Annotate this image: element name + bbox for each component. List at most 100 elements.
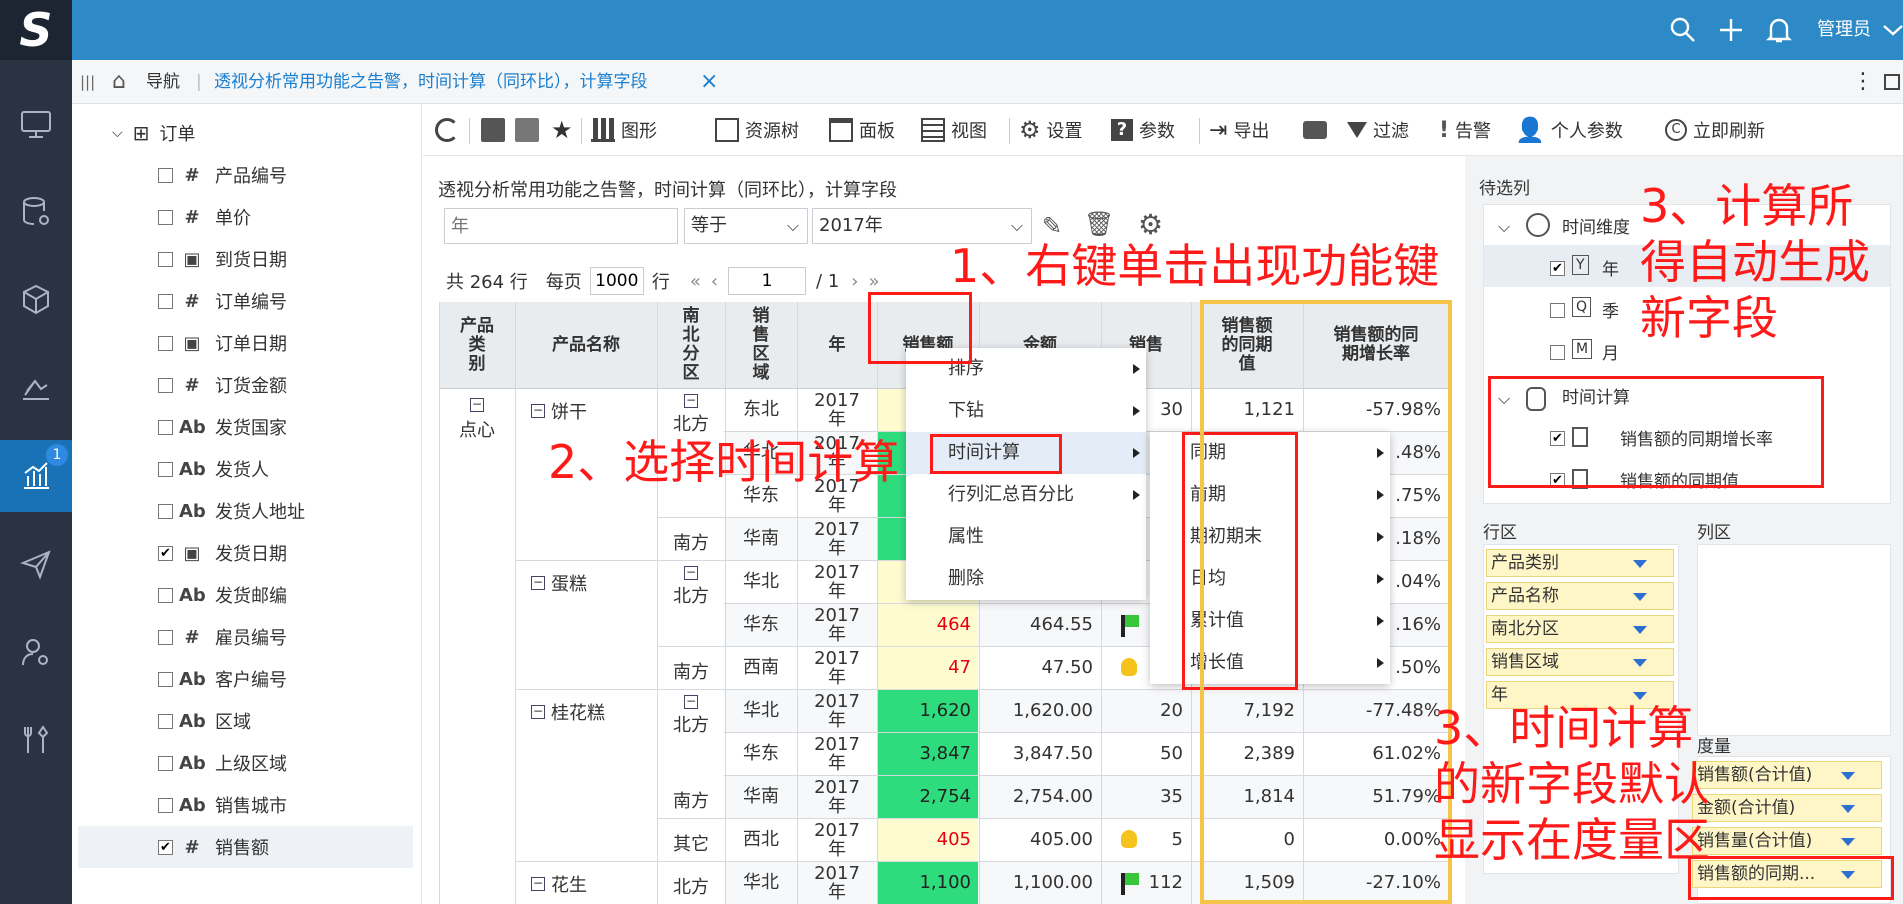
collapse-icon[interactable]: − bbox=[684, 695, 698, 709]
next-page-button[interactable]: › bbox=[851, 271, 858, 292]
first-page-button[interactable]: « bbox=[690, 271, 701, 292]
panel-button[interactable]: 面板 bbox=[829, 104, 895, 156]
nav-tab[interactable]: 导航 bbox=[146, 60, 180, 104]
collapse-icon[interactable]: − bbox=[684, 394, 698, 408]
field-checkbox[interactable] bbox=[158, 461, 173, 477]
maximize-icon[interactable] bbox=[1884, 74, 1900, 90]
column-header[interactable]: 产品 类 别 bbox=[439, 302, 515, 388]
edit-icon[interactable]: ✎ bbox=[1042, 212, 1062, 240]
field-checkbox[interactable] bbox=[158, 755, 173, 771]
filter-operator-select[interactable]: 等于 ⌵ bbox=[684, 208, 808, 244]
dropdown-arrow-icon[interactable] bbox=[1841, 805, 1855, 813]
collapse-icon[interactable]: − bbox=[531, 705, 545, 719]
quarter-checkbox[interactable] bbox=[1550, 303, 1565, 318]
favorite-button[interactable]: ★ bbox=[551, 104, 573, 156]
row-field-pill[interactable]: 产品类别 bbox=[1486, 549, 1674, 577]
dropdown-arrow-icon[interactable] bbox=[1633, 692, 1647, 700]
field-checkbox[interactable] bbox=[158, 503, 173, 519]
nav-layers[interactable] bbox=[0, 352, 72, 424]
month-checkbox[interactable] bbox=[1550, 345, 1565, 360]
year-checkbox[interactable]: ✔ bbox=[1550, 261, 1565, 276]
refresh-button[interactable]: C 立即刷新 bbox=[1665, 104, 1765, 156]
search-icon[interactable] bbox=[1668, 15, 1698, 45]
tree-field[interactable]: Ab 发货邮编 bbox=[72, 574, 422, 616]
tree-field[interactable]: Ab 发货国家 bbox=[72, 406, 422, 448]
context-menu-item[interactable]: 行列汇总百分比 bbox=[906, 474, 1146, 516]
collapse-icon[interactable]: − bbox=[684, 566, 698, 580]
tree-field[interactable]: ✔ # 销售额 bbox=[78, 826, 413, 868]
bell-icon[interactable] bbox=[1764, 15, 1794, 45]
collapse-icon[interactable]: − bbox=[531, 877, 545, 891]
switch-button[interactable] bbox=[435, 104, 459, 156]
filter-field-input[interactable] bbox=[444, 208, 678, 244]
plus-icon[interactable] bbox=[1716, 15, 1746, 45]
field-checkbox[interactable] bbox=[158, 797, 173, 813]
dropdown-arrow-icon[interactable] bbox=[1633, 593, 1647, 601]
more-icon[interactable]: ⋮ bbox=[1852, 60, 1874, 104]
chart-button[interactable]: 图形 bbox=[591, 104, 657, 156]
tree-field[interactable]: # 单价 bbox=[72, 196, 422, 238]
context-menu-item[interactable]: 删除 bbox=[906, 558, 1146, 600]
chevron-down-icon[interactable]: ⌵ bbox=[1498, 217, 1510, 237]
collapse-icon[interactable]: − bbox=[531, 404, 545, 418]
menu-toggle-icon[interactable]: ||| bbox=[80, 60, 95, 104]
field-checkbox[interactable] bbox=[158, 419, 173, 435]
params-button[interactable]: ? 参数 bbox=[1111, 104, 1175, 156]
column-header[interactable]: 南 北 分 区 bbox=[657, 302, 725, 388]
field-checkbox[interactable] bbox=[158, 209, 173, 225]
nav-dashboard[interactable] bbox=[0, 88, 72, 160]
tab-report[interactable]: 透视分析常用功能之告警，时间计算（同环比），计算字段 bbox=[214, 60, 648, 104]
alert-button[interactable]: ! 告警 bbox=[1439, 104, 1491, 156]
nav-tools[interactable] bbox=[0, 704, 72, 776]
field-checkbox[interactable]: ✔ bbox=[158, 545, 173, 561]
collapse-icon[interactable]: − bbox=[470, 398, 484, 412]
nav-datasource[interactable] bbox=[0, 176, 72, 248]
tree-field[interactable]: Ab 客户编号 bbox=[72, 658, 422, 700]
context-menu-item[interactable]: 下钻 bbox=[906, 390, 1146, 432]
view-button[interactable]: 视图 bbox=[921, 104, 987, 156]
nav-send[interactable] bbox=[0, 528, 72, 600]
page-size-input[interactable] bbox=[589, 267, 644, 295]
field-checkbox[interactable] bbox=[158, 335, 173, 351]
dropdown-arrow-icon[interactable] bbox=[1841, 838, 1855, 846]
prev-page-button[interactable]: ‹ bbox=[711, 271, 718, 292]
last-page-button[interactable]: » bbox=[868, 271, 879, 292]
close-tab-icon[interactable]: × bbox=[700, 60, 718, 104]
save-as-button[interactable] bbox=[515, 104, 539, 156]
tree-root[interactable]: ⌵ ⊞ 订单 bbox=[72, 112, 422, 154]
tree-field[interactable]: ▣ 订单日期 bbox=[72, 322, 422, 364]
column-header[interactable]: 产品名称 bbox=[515, 302, 657, 388]
context-menu-item[interactable]: 属性 bbox=[906, 516, 1146, 558]
page-input[interactable] bbox=[728, 267, 807, 295]
nav-cube[interactable] bbox=[0, 264, 72, 336]
field-checkbox[interactable] bbox=[158, 671, 173, 687]
field-checkbox[interactable] bbox=[158, 713, 173, 729]
tree-field[interactable]: ✔ ▣ 发货日期 bbox=[72, 532, 422, 574]
column-header[interactable]: 销 售 区 域 bbox=[725, 302, 797, 388]
dropdown-arrow-icon[interactable] bbox=[1633, 560, 1647, 568]
field-checkbox[interactable] bbox=[158, 377, 173, 393]
export-button[interactable]: ⇥ 导出 bbox=[1209, 104, 1269, 156]
chevron-down-icon[interactable] bbox=[1878, 15, 1903, 45]
user-menu[interactable]: 管理员 bbox=[1817, 0, 1871, 60]
tree-field[interactable]: # 雇员编号 bbox=[72, 616, 422, 658]
column-header[interactable]: 年 bbox=[797, 302, 877, 388]
settings-button[interactable]: ⚙ 设置 bbox=[1019, 104, 1083, 156]
gear-icon[interactable]: ⚙ bbox=[1138, 208, 1163, 241]
tree-field[interactable]: Ab 发货人 bbox=[72, 448, 422, 490]
print-button[interactable] bbox=[1303, 104, 1327, 156]
tree-field[interactable]: Ab 上级区域 bbox=[72, 742, 422, 784]
field-checkbox[interactable]: ✔ bbox=[158, 839, 173, 855]
tree-field[interactable]: Ab 发货人地址 bbox=[72, 490, 422, 532]
nav-analysis[interactable]: 1 bbox=[0, 440, 72, 512]
tree-field[interactable]: Ab 区域 bbox=[72, 700, 422, 742]
app-logo[interactable]: S bbox=[0, 0, 72, 60]
dropdown-arrow-icon[interactable] bbox=[1633, 626, 1647, 634]
field-checkbox[interactable] bbox=[158, 587, 173, 603]
tree-field[interactable]: # 订货金额 bbox=[72, 364, 422, 406]
filter-button[interactable]: 过滤 bbox=[1347, 104, 1409, 156]
dropdown-arrow-icon[interactable] bbox=[1633, 659, 1647, 667]
collapse-icon[interactable]: − bbox=[531, 576, 545, 590]
row-field-pill[interactable]: 南北分区 bbox=[1486, 615, 1674, 643]
tree-field[interactable]: # 订单编号 bbox=[72, 280, 422, 322]
